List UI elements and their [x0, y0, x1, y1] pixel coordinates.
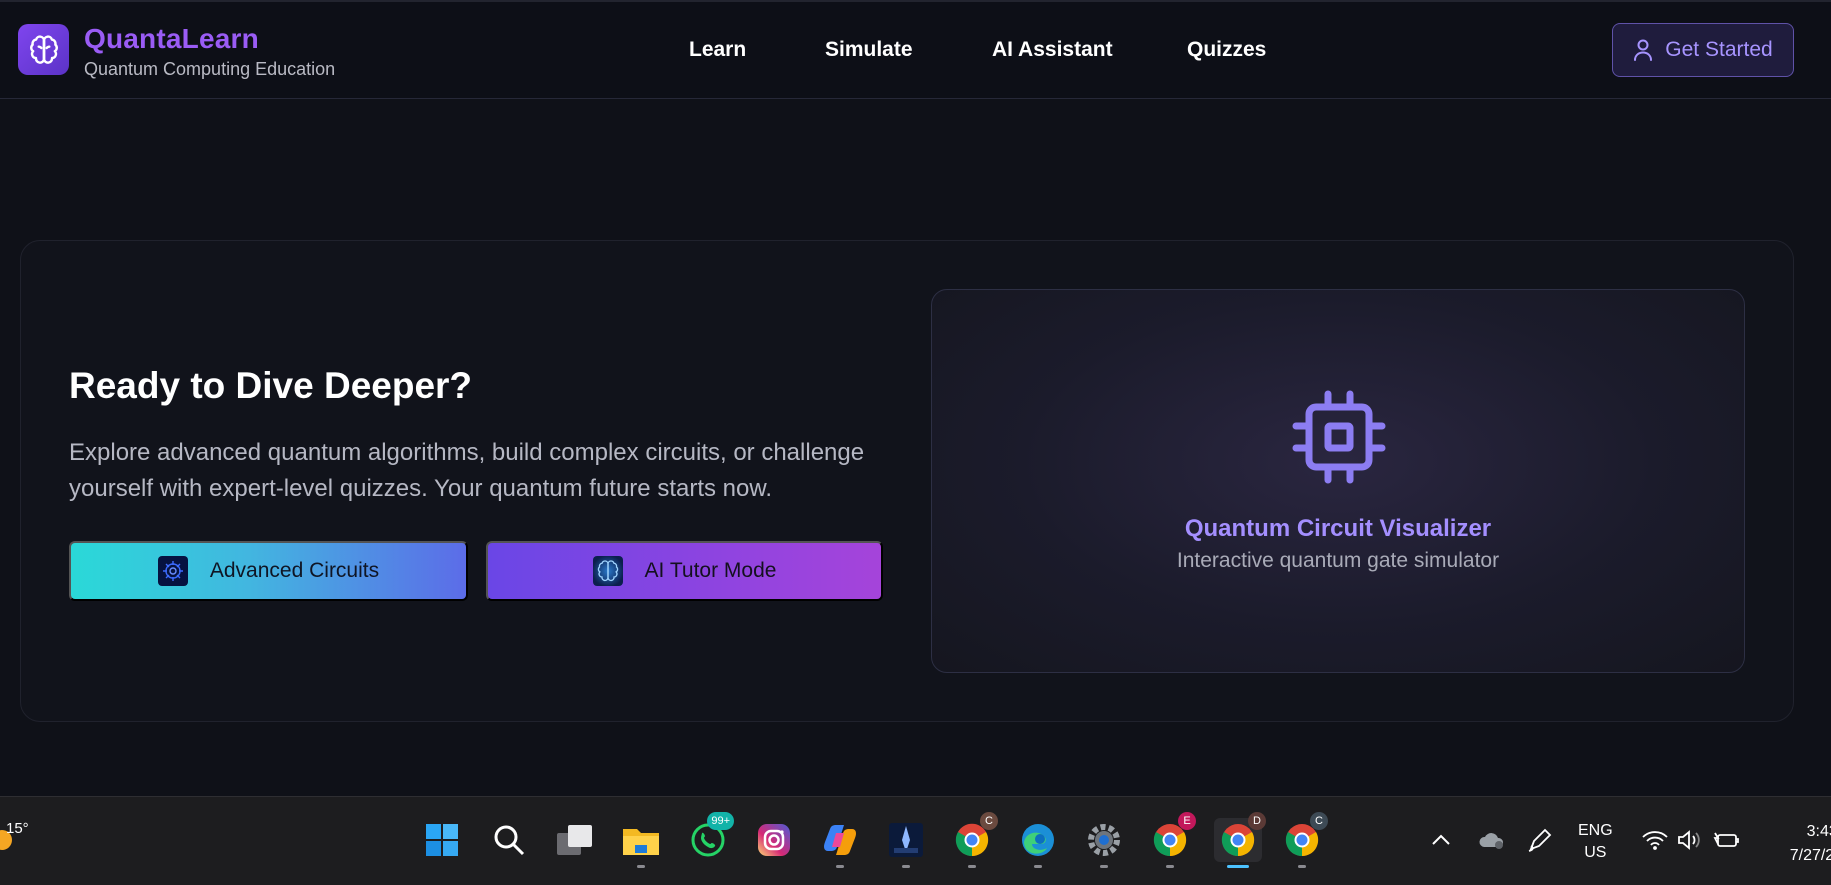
- volume-icon[interactable]: [1672, 818, 1706, 862]
- running-indicator: [637, 865, 645, 868]
- input-language-indicator[interactable]: ENG US: [1578, 820, 1613, 864]
- clock-time: 3:43 A: [1806, 823, 1831, 840]
- brain-thumbnail-icon: [592, 556, 623, 586]
- cta-description: Explore advanced quantum algorithms, bui…: [69, 439, 865, 502]
- visualizer-title: Quantum Circuit Visualizer: [1184, 515, 1492, 542]
- chrome-profile-badge: D: [1248, 812, 1266, 830]
- get-started-button[interactable]: Get Started: [1612, 23, 1794, 77]
- chrome-profile-icon[interactable]: C: [1280, 812, 1328, 868]
- ai-tutor-mode-label: AI Tutor Mode: [644, 559, 777, 582]
- pen-icon[interactable]: [1520, 818, 1560, 862]
- running-indicator: [836, 865, 844, 868]
- running-indicator: [1166, 865, 1174, 868]
- running-indicator: [1100, 865, 1108, 868]
- circuit-visualizer-panel[interactable]: Quantum Circuit Visualizer Interactive q…: [931, 289, 1745, 673]
- show-hidden-icons-chevron-icon[interactable]: [1423, 818, 1459, 862]
- whatsapp-icon[interactable]: 99+: [686, 812, 734, 862]
- chrome-profile-icon[interactable]: C: [950, 812, 998, 868]
- main-nav: Learn Simulate AI Assistant Quizzes: [0, 38, 1831, 68]
- language-code: ENG: [1578, 822, 1613, 839]
- chrome-profile-icon[interactable]: E: [1148, 812, 1196, 868]
- instagram-icon[interactable]: [752, 818, 796, 862]
- chrome-profile-badge: C: [1310, 812, 1328, 830]
- user-icon: [1634, 39, 1653, 61]
- ai-tutor-mode-button[interactable]: AI Tutor Mode: [486, 541, 883, 601]
- windows-start-icon[interactable]: [420, 818, 464, 862]
- system-clock[interactable]: 3:43 A 7/27/202: [1752, 820, 1831, 868]
- edge-browser-icon[interactable]: [1016, 818, 1060, 868]
- file-explorer-icon[interactable]: [619, 818, 663, 868]
- battery-charging-icon[interactable]: [1708, 818, 1744, 862]
- running-indicator: [902, 865, 910, 868]
- running-indicator: [1034, 865, 1042, 868]
- settings-gear-icon[interactable]: [1082, 818, 1126, 868]
- nav-simulate[interactable]: Simulate: [825, 38, 913, 62]
- get-started-label: Get Started: [1665, 38, 1773, 61]
- nav-learn[interactable]: Learn: [689, 38, 746, 62]
- visualizer-subtitle: Interactive quantum gate simulator: [1176, 549, 1500, 572]
- search-icon[interactable]: [487, 818, 531, 862]
- top-navigation-bar: QuantaLearn Quantum Computing Education …: [0, 0, 1831, 99]
- running-indicator: [1298, 865, 1306, 868]
- weather-temperature[interactable]: 15°: [6, 820, 29, 837]
- chrome-profile-icon-active[interactable]: D: [1214, 812, 1266, 868]
- nav-quizzes[interactable]: Quizzes: [1187, 38, 1266, 62]
- advanced-circuits-button[interactable]: Advanced Circuits: [69, 541, 468, 601]
- onedrive-icon[interactable]: [1472, 818, 1512, 862]
- whatsapp-unread-badge: 99+: [707, 812, 734, 830]
- copilot-icon[interactable]: [818, 818, 862, 868]
- clock-date: 7/27/202: [1789, 847, 1831, 864]
- nav-ai-assistant[interactable]: AI Assistant: [992, 38, 1113, 62]
- task-view-icon[interactable]: [553, 818, 597, 862]
- chrome-profile-badge: E: [1178, 812, 1196, 830]
- circuit-thumbnail-icon: [157, 556, 188, 586]
- game-launcher-icon[interactable]: [884, 818, 928, 868]
- wifi-icon[interactable]: [1638, 818, 1672, 862]
- running-indicator: [968, 865, 976, 868]
- cta-title: Ready to Dive Deeper?: [69, 365, 473, 406]
- cpu-chip-icon: [1292, 390, 1386, 484]
- advanced-circuits-label: Advanced Circuits: [209, 559, 380, 582]
- active-indicator: [1227, 865, 1249, 868]
- region-code: US: [1584, 844, 1607, 861]
- chrome-profile-badge: C: [980, 812, 998, 830]
